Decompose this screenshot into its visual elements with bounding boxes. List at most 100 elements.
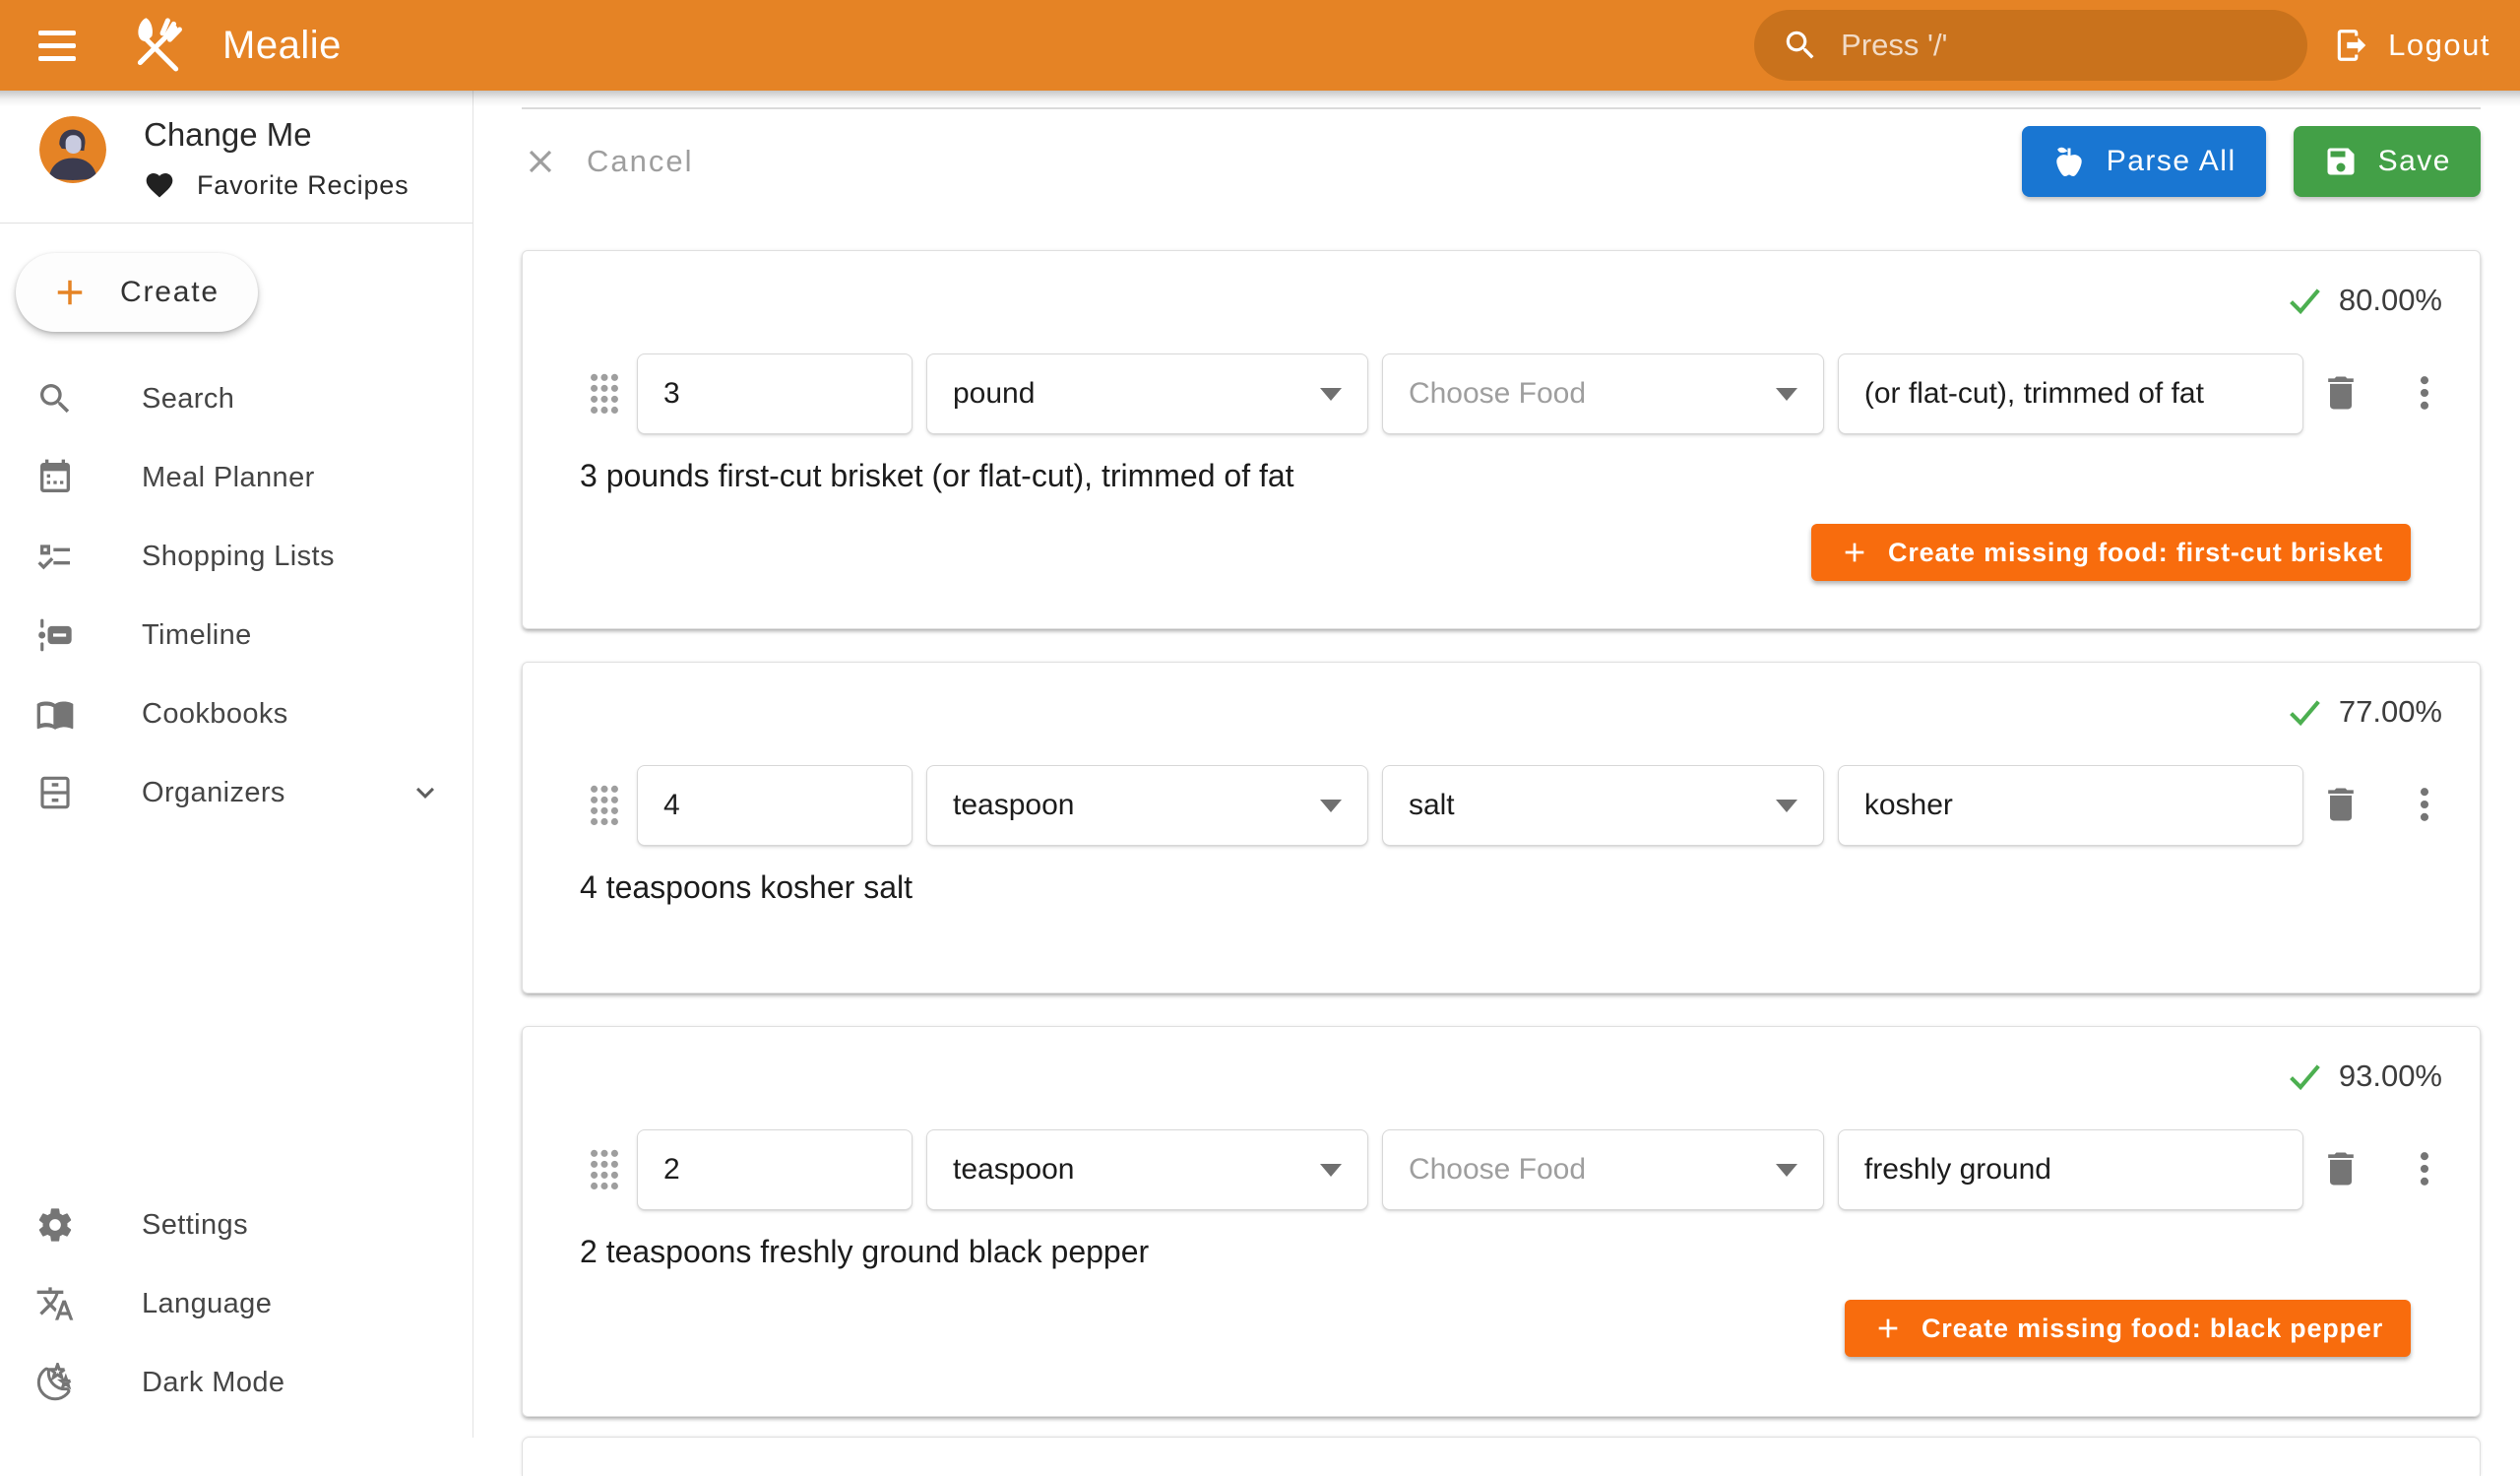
ingredient-card-2: 77.00% teaspoon salt 4 teaspoons kosher … (522, 662, 2481, 994)
sidebar-item-language[interactable]: Language (0, 1264, 472, 1343)
confidence-badge: 93.00% (546, 1051, 2456, 1096)
moon-icon (35, 1363, 75, 1402)
sidebar-item-timeline[interactable]: Timeline (0, 596, 472, 674)
favorite-recipes-link[interactable]: Favorite Recipes (144, 169, 409, 201)
sidebar-item-search[interactable]: Search (0, 359, 472, 438)
trash-icon (2319, 371, 2362, 415)
confidence-value: 77.00% (2339, 694, 2442, 730)
trash-icon (2319, 783, 2362, 826)
note-input[interactable] (1838, 1129, 2304, 1210)
drag-handle-icon[interactable] (586, 1145, 623, 1194)
dropdown-arrow-icon (1776, 1164, 1797, 1177)
plus-icon (1872, 1313, 1904, 1344)
sheet-top-edge (522, 107, 2481, 109)
sidebar-footer-menu: Settings Language Dark Mode (0, 1186, 472, 1422)
food-select[interactable]: Choose Food (1382, 1129, 1824, 1210)
ingredient-menu-button[interactable] (2402, 782, 2448, 829)
heart-icon (144, 169, 175, 201)
sidebar-item-dark-mode[interactable]: Dark Mode (0, 1343, 472, 1422)
food-value: salt (1409, 789, 1455, 822)
list-checks-icon (35, 537, 75, 576)
calendar-icon (35, 458, 75, 497)
delete-ingredient-button[interactable] (2317, 370, 2363, 417)
drag-handle-icon[interactable] (586, 369, 623, 418)
apple-icon (2051, 144, 2087, 179)
sidebar-item-cookbooks[interactable]: Cookbooks (0, 674, 472, 753)
unit-value: teaspoon (953, 789, 1074, 822)
delete-ingredient-button[interactable] (2317, 1146, 2363, 1193)
parser-toolbar: Cancel Parse All Save (522, 126, 2481, 197)
save-button[interactable]: Save (2294, 126, 2481, 197)
ingredient-card-1: 80.00% pound Choose Food 3 pounds first-… (522, 250, 2481, 629)
parse-all-button[interactable]: Parse All (2022, 126, 2266, 197)
ingredient-menu-button[interactable] (2402, 370, 2448, 417)
dropdown-arrow-icon (1776, 800, 1797, 812)
original-ingredient-text: 4 teaspoons kosher salt (580, 869, 2456, 906)
avatar[interactable] (39, 116, 106, 183)
translate-icon (35, 1284, 75, 1323)
app-bar: Mealie Press '/' Logout (0, 0, 2520, 91)
note-input[interactable] (1838, 353, 2304, 434)
plus-icon (1839, 537, 1870, 568)
sidebar-item-shopping-lists[interactable]: Shopping Lists (0, 517, 472, 596)
unit-select[interactable]: pound (926, 353, 1368, 434)
confidence-badge: 77.00% (546, 686, 2456, 732)
quantity-input[interactable] (637, 1129, 913, 1210)
quantity-input[interactable] (637, 765, 913, 846)
ingredient-card-4-partial (522, 1437, 2481, 1476)
dropdown-arrow-icon (1320, 800, 1342, 812)
food-select[interactable]: salt (1382, 765, 1824, 846)
unit-value: pound (953, 377, 1035, 411)
user-name: Change Me (144, 116, 409, 154)
cancel-button[interactable]: Cancel (522, 143, 694, 180)
main-content: Cancel Parse All Save 80.00% pound Choos… (473, 91, 2520, 1438)
logout-button[interactable]: Logout (2333, 10, 2490, 81)
dropdown-arrow-icon (1320, 388, 1342, 401)
confidence-value: 93.00% (2339, 1059, 2442, 1094)
create-missing-food-button[interactable]: Create missing food: black pepper (1845, 1300, 2411, 1357)
sidebar-divider (0, 223, 472, 224)
timeline-icon (35, 615, 75, 655)
check-icon (2286, 282, 2323, 319)
check-icon (2286, 693, 2323, 731)
check-icon (2286, 1058, 2323, 1095)
ingredient-menu-button[interactable] (2402, 1146, 2448, 1193)
save-icon (2323, 144, 2359, 179)
sidebar-item-meal-planner[interactable]: Meal Planner (0, 438, 472, 517)
quantity-input[interactable] (637, 353, 913, 434)
delete-ingredient-button[interactable] (2317, 782, 2363, 829)
note-input[interactable] (1838, 765, 2304, 846)
chevron-down-icon (408, 775, 443, 810)
food-select[interactable]: Choose Food (1382, 353, 1824, 434)
sidebar-menu: Search Meal Planner Shopping Lists Timel… (0, 359, 472, 832)
book-open-icon (35, 694, 75, 734)
global-search-input[interactable]: Press '/' (1754, 10, 2307, 81)
user-block[interactable]: Change Me Favorite Recipes (0, 91, 472, 223)
original-ingredient-text: 2 teaspoons freshly ground black pepper (580, 1234, 2456, 1270)
sidebar: Change Me Favorite Recipes Create Search… (0, 91, 473, 1438)
trash-icon (2319, 1147, 2362, 1190)
create-missing-food-button[interactable]: Create missing food: first-cut brisket (1811, 524, 2411, 581)
original-ingredient-text: 3 pounds first-cut brisket (or flat-cut)… (580, 458, 2456, 494)
food-placeholder: Choose Food (1409, 377, 1586, 411)
sidebar-item-organizers[interactable]: Organizers (0, 753, 472, 832)
kebab-menu-icon (2403, 783, 2446, 826)
confidence-badge: 80.00% (546, 275, 2456, 320)
drag-handle-icon[interactable] (586, 781, 623, 830)
food-placeholder: Choose Food (1409, 1153, 1586, 1187)
confidence-value: 80.00% (2339, 283, 2442, 318)
kebab-menu-icon (2403, 371, 2446, 415)
mealie-logo-icon (126, 14, 189, 77)
sidebar-item-settings[interactable]: Settings (0, 1186, 472, 1264)
hamburger-menu-button[interactable] (28, 16, 87, 75)
file-cabinet-icon (35, 773, 75, 812)
dropdown-arrow-icon (1320, 1164, 1342, 1177)
kebab-menu-icon (2403, 1147, 2446, 1190)
gear-icon (35, 1205, 75, 1245)
unit-select[interactable]: teaspoon (926, 1129, 1368, 1210)
ingredient-card-3: 93.00% teaspoon Choose Food 2 teaspoons … (522, 1026, 2481, 1417)
create-button[interactable]: Create (16, 253, 258, 332)
unit-select[interactable]: teaspoon (926, 765, 1368, 846)
unit-value: teaspoon (953, 1153, 1074, 1187)
plus-icon (49, 272, 91, 313)
